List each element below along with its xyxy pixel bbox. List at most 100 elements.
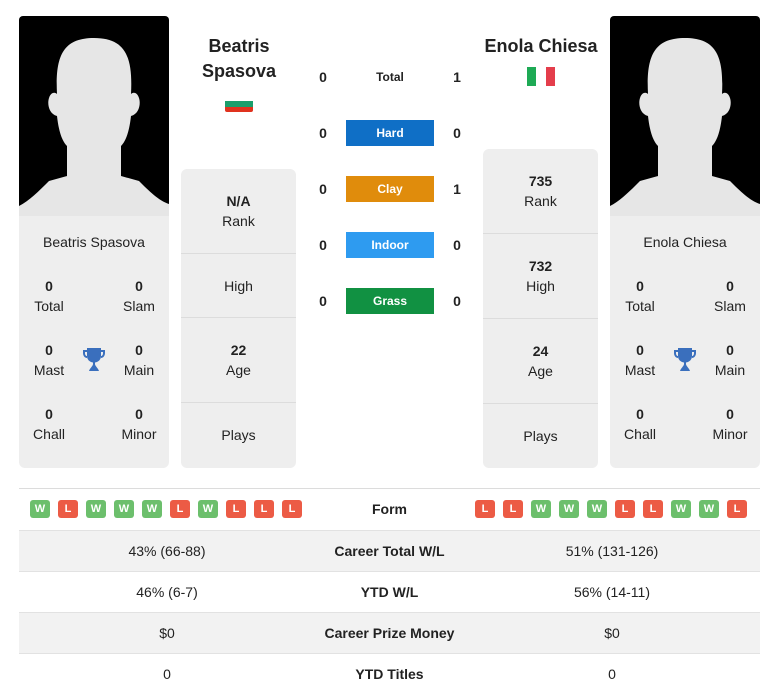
- surface-clay-button[interactable]: Clay: [346, 176, 434, 202]
- titles-total: 0 Total: [34, 278, 64, 314]
- form-loss-badge: L: [643, 500, 663, 518]
- right-value: 51% (131-126): [565, 543, 659, 559]
- player-name-right[interactable]: Enola Chiesa: [476, 34, 606, 59]
- form-loss-badge: L: [226, 500, 246, 518]
- h2h-row-grass: 0 Grass 0: [310, 288, 470, 314]
- h2h-row-clay: 0 Clay 1: [310, 176, 470, 202]
- player-name-left[interactable]: Beatris Spasova: [174, 34, 304, 84]
- h2h-left-count: 0: [319, 181, 327, 197]
- flag-stripe: [545, 67, 555, 86]
- h2h-right-count: 0: [453, 125, 461, 141]
- surface-total-label: Total: [376, 70, 404, 84]
- right-value: 0: [608, 666, 616, 682]
- titles-total: 0 Total: [625, 278, 655, 314]
- player-name-label: Beatris Spasova: [43, 234, 145, 250]
- surface-indoor-button[interactable]: Indoor: [346, 232, 434, 258]
- form-loss-badge: L: [58, 500, 78, 518]
- titles-main: 0 Main: [714, 342, 746, 378]
- trophy-icon: [82, 347, 106, 373]
- titles-mast: 0 Mast: [33, 342, 65, 378]
- left-value: 46% (6-7): [136, 584, 198, 600]
- player-silhouette-icon: [19, 38, 169, 216]
- titles-slam: 0 Slam: [123, 278, 155, 314]
- form-win-badge: W: [559, 500, 579, 518]
- form-win-badge: W: [699, 500, 719, 518]
- h2h-left-count: 0: [319, 237, 327, 253]
- player-photo-left: [19, 16, 169, 216]
- row-label: Career Prize Money: [324, 625, 455, 641]
- stat-high: 732 High: [483, 234, 598, 319]
- flag-italy-icon: [527, 67, 555, 86]
- flag-stripe: [527, 67, 537, 86]
- h2h-left-count: 0: [319, 69, 327, 85]
- form-loss-badge: L: [282, 500, 302, 518]
- titles-slam: 0 Slam: [714, 278, 746, 314]
- left-value: $0: [159, 625, 175, 641]
- right-value: $0: [604, 625, 620, 641]
- stat-age: 22 Age: [181, 318, 296, 403]
- player-photo-right: [610, 16, 760, 216]
- h2h-left-count: 0: [319, 125, 327, 141]
- stat-plays: Plays: [221, 427, 256, 443]
- comparison-row: 46% (6-7) YTD W/L 56% (14-11): [19, 571, 760, 612]
- stat-rank: N/A Rank: [181, 169, 296, 254]
- form-win-badge: W: [531, 500, 551, 518]
- stat-age: 24 Age: [483, 319, 598, 404]
- row-label: Career Total W/L: [334, 543, 445, 559]
- right-value: 56% (14-11): [573, 584, 650, 600]
- left-value: 0: [163, 666, 171, 682]
- comparison-row: 0 YTD Titles 0: [19, 653, 760, 694]
- player-stats-card-left: N/A Rank High 22 Age Plays: [181, 169, 296, 468]
- stat-high: High: [181, 254, 296, 318]
- h2h-right-count: 1: [453, 181, 461, 197]
- form-loss-badge: L: [170, 500, 190, 518]
- surface-grass-button[interactable]: Grass: [346, 288, 434, 314]
- h2h-right-count: 1: [453, 69, 461, 85]
- h2h-left-count: 0: [319, 293, 327, 309]
- h2h-row-hard: 0 Hard 0: [310, 120, 470, 146]
- h2h-right-count: 0: [453, 293, 461, 309]
- row-label: YTD Titles: [355, 666, 424, 682]
- form-win-badge: W: [30, 500, 50, 518]
- titles-chall: 0 Chall: [33, 406, 65, 442]
- form-row: WLWWWLWLLL Form LLWWWLLWWL: [19, 489, 760, 529]
- player-name-label: Enola Chiesa: [643, 234, 727, 250]
- form-loss-badge: L: [727, 500, 747, 518]
- flag-bulgaria-icon: [225, 96, 253, 112]
- titles-chall: 0 Chall: [624, 406, 656, 442]
- player-info-card-left: Beatris Spasova 0 Total 0 Slam 0 Mast 0 Main…: [19, 216, 169, 468]
- form-win-badge: W: [86, 500, 106, 518]
- form-badges-left: WLWWWLWLLL: [30, 500, 302, 518]
- titles-mast: 0 Mast: [624, 342, 656, 378]
- form-win-badge: W: [587, 500, 607, 518]
- form-win-badge: W: [671, 500, 691, 518]
- form-label: Form: [372, 501, 407, 517]
- form-win-badge: W: [198, 500, 218, 518]
- player-info-card-right: Enola Chiesa 0 Total 0 Slam 0 Mast 0 Main 0C…: [610, 216, 760, 468]
- form-loss-badge: L: [475, 500, 495, 518]
- surface-hard-button[interactable]: Hard: [346, 120, 434, 146]
- flag-stripe: [536, 67, 546, 86]
- form-loss-badge: L: [503, 500, 523, 518]
- player-stats-card-right: 735 Rank 732 High 24 Age Plays: [483, 149, 598, 468]
- trophy-icon: [673, 347, 697, 373]
- h2h-row-total: 0 Total 1: [310, 64, 470, 90]
- form-badges-right: LLWWWLLWWL: [475, 500, 747, 518]
- form-win-badge: W: [114, 500, 134, 518]
- player-silhouette-icon: [610, 38, 760, 216]
- stat-rank: 735 Rank: [483, 149, 598, 234]
- comparison-row: 43% (66-88) Career Total W/L 51% (131-126): [19, 530, 760, 571]
- comparison-row: $0 Career Prize Money $0: [19, 612, 760, 653]
- left-value: 43% (66-88): [128, 543, 206, 559]
- h2h-row-indoor: 0 Indoor 0: [310, 232, 470, 258]
- form-loss-badge: L: [254, 500, 274, 518]
- stat-plays: Plays: [523, 428, 558, 444]
- flag-stripe: [225, 106, 253, 112]
- titles-minor: 0 Minor: [712, 406, 748, 442]
- h2h-right-count: 0: [453, 237, 461, 253]
- row-label: YTD W/L: [360, 584, 419, 600]
- titles-main: 0 Main: [123, 342, 155, 378]
- form-win-badge: W: [142, 500, 162, 518]
- titles-minor: 0 Minor: [121, 406, 157, 442]
- form-loss-badge: L: [615, 500, 635, 518]
